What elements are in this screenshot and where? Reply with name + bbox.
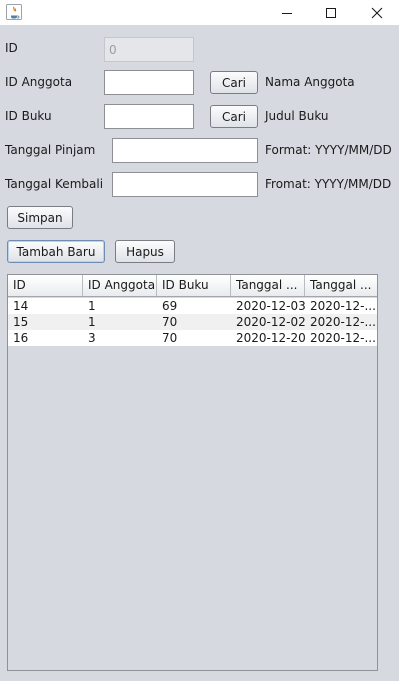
title-bar [0, 0, 402, 25]
tanggal-pinjam-label: Tanggal Pinjam [5, 143, 96, 157]
minimize-button[interactable] [264, 0, 310, 25]
id-anggota-label: ID Anggota [5, 75, 73, 89]
id-field [104, 37, 194, 62]
cell-id: 16 [13, 331, 29, 345]
cell-tanggal-kembali: 2020-12-... [310, 299, 376, 313]
cell-id: 15 [13, 315, 29, 329]
cell-tanggal-kembali: 2020-12-... [310, 315, 376, 329]
minimize-icon [282, 12, 292, 14]
cell-id-anggota: 3 [88, 331, 96, 345]
simpan-button[interactable]: Simpan [7, 206, 73, 229]
maximize-icon [326, 7, 336, 18]
id-buku-label: ID Buku [5, 109, 52, 123]
peminjaman-table[interactable]: ID ID Anggota ID Buku Tanggal ... Tangga… [7, 274, 378, 671]
cell-tanggal-pinjam: 2020-12-02 [236, 315, 305, 329]
cell-id-buku: 70 [162, 331, 178, 345]
cari-anggota-button[interactable]: Cari [210, 71, 258, 94]
tanggal-kembali-field[interactable] [112, 172, 258, 197]
tanggal-kembali-label: Tanggal Kembali [5, 177, 104, 191]
table-header: ID ID Anggota ID Buku Tanggal ... Tangga… [8, 275, 377, 297]
pinjam-format-hint: Format: YYYY/MM/DD [265, 143, 392, 157]
cell-id-anggota: 1 [88, 299, 96, 313]
column-header-tanggal-pinjam[interactable]: Tanggal ... [231, 275, 305, 296]
column-header-id[interactable]: ID [8, 275, 83, 296]
column-header-tanggal-kembali[interactable]: Tanggal ... [305, 275, 377, 296]
close-button[interactable] [354, 0, 400, 25]
cell-id-anggota: 1 [88, 315, 96, 329]
java-icon [6, 4, 22, 20]
tanggal-pinjam-field[interactable] [112, 138, 258, 163]
table-row[interactable]: 14 1 69 2020-12-03 2020-12-... [8, 298, 377, 314]
id-buku-field[interactable] [104, 104, 194, 129]
column-header-id-buku[interactable]: ID Buku [157, 275, 231, 296]
cari-buku-button[interactable]: Cari [210, 105, 258, 128]
table-row[interactable]: 15 1 70 2020-12-02 2020-12-... [8, 314, 377, 330]
cell-tanggal-pinjam: 2020-12-03 [236, 299, 305, 313]
nama-anggota-label: Nama Anggota [265, 75, 355, 89]
cell-id-buku: 69 [162, 299, 178, 313]
table-row[interactable]: 16 3 70 2020-12-20 2020-12-... [8, 330, 377, 346]
cell-tanggal-pinjam: 2020-12-20 [236, 331, 305, 345]
column-header-id-anggota[interactable]: ID Anggota [83, 275, 157, 296]
hapus-button[interactable]: Hapus [115, 240, 175, 263]
tambah-baru-button[interactable]: Tambah Baru [7, 240, 105, 263]
maximize-button[interactable] [308, 0, 354, 25]
judul-buku-label: Judul Buku [265, 109, 329, 123]
close-icon [371, 7, 383, 18]
kembali-format-hint: Fromat: YYYY/MM/DD [265, 177, 392, 191]
id-label: ID [5, 41, 18, 55]
cell-id-buku: 70 [162, 315, 178, 329]
cell-id: 14 [13, 299, 29, 313]
id-anggota-field[interactable] [104, 70, 194, 95]
cell-tanggal-kembali: 2020-12-... [310, 331, 376, 345]
